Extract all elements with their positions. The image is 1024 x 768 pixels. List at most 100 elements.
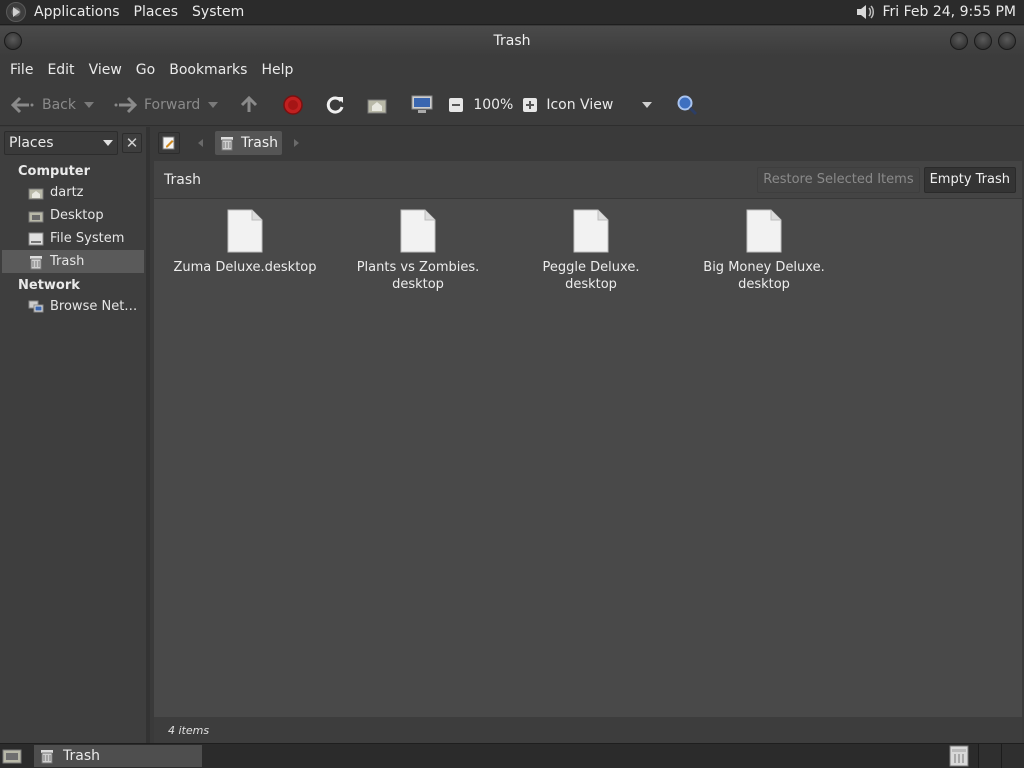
- file-icon-view[interactable]: Zuma Deluxe.desktop Plants vs Zombies. d…: [154, 199, 1022, 717]
- workspace-1[interactable]: [978, 743, 1001, 768]
- file-item[interactable]: Plants vs Zombies. desktop: [343, 209, 493, 293]
- file-name: Zuma Deluxe.desktop: [173, 260, 317, 275]
- sidebar-item-label: Trash: [50, 254, 85, 269]
- file-name: Peggle Deluxe. desktop: [542, 260, 640, 292]
- home-folder-icon: [28, 188, 44, 199]
- path-bar: Trash: [154, 127, 1024, 159]
- back-button[interactable]: Back: [6, 89, 98, 121]
- stop-icon: [283, 94, 304, 115]
- computer-icon: [411, 95, 433, 113]
- window-titlebar[interactable]: Trash: [0, 26, 1024, 56]
- document-file-icon: [400, 209, 436, 253]
- section-computer: Computer: [18, 164, 91, 179]
- top-panel: Applications Places System Fri Feb 24, 9…: [0, 0, 1024, 25]
- up-arrow-icon: [241, 95, 258, 112]
- document-file-icon: [227, 209, 263, 253]
- system-menu[interactable]: System: [185, 0, 251, 24]
- home-folder-icon: [367, 99, 387, 113]
- empty-trash-button[interactable]: Empty Trash: [923, 166, 1016, 193]
- sidebar-item-desktop[interactable]: Desktop: [0, 204, 146, 227]
- breadcrumb-label: Trash: [241, 135, 278, 151]
- edit-location-icon: [162, 136, 175, 150]
- zoom-in-icon: [523, 97, 538, 112]
- reload-icon: [327, 96, 344, 114]
- menu-bookmarks[interactable]: Bookmarks: [162, 62, 254, 78]
- back-arrow-icon: [10, 96, 34, 113]
- maximize-button[interactable]: [974, 32, 992, 50]
- forward-button[interactable]: Forward: [108, 89, 222, 121]
- menu-edit[interactable]: Edit: [40, 62, 81, 78]
- trash-applet-icon[interactable]: [948, 745, 970, 767]
- main-menu-logo-icon[interactable]: [6, 2, 26, 22]
- main-pane: Trash Trash Restore Selected Items Empty…: [154, 127, 1024, 743]
- menu-file[interactable]: File: [3, 62, 40, 78]
- desktop-folder-icon: [28, 211, 44, 222]
- places-menu[interactable]: Places: [127, 0, 186, 24]
- trash-info-bar: Trash Restore Selected Items Empty Trash: [154, 161, 1022, 199]
- back-history-dropdown-icon[interactable]: [84, 101, 94, 108]
- trash-icon: [221, 137, 233, 151]
- sidebar-type-select[interactable]: Places: [4, 131, 118, 155]
- show-desktop-button[interactable]: [0, 744, 24, 768]
- view-mode-label: Icon View: [546, 96, 614, 113]
- minimize-button[interactable]: [950, 32, 968, 50]
- clock[interactable]: Fri Feb 24, 9:55 PM: [883, 4, 1024, 20]
- file-item[interactable]: Big Money Deluxe. desktop: [689, 209, 839, 293]
- bottom-panel: Trash: [0, 743, 1024, 768]
- sidebar-item-dartz[interactable]: dartz: [0, 181, 146, 204]
- taskbar-window-label: Trash: [63, 748, 100, 764]
- restore-selected-button[interactable]: Restore Selected Items: [757, 166, 920, 193]
- applications-menu[interactable]: Applications: [27, 0, 127, 24]
- location-edit-button[interactable]: [158, 132, 180, 154]
- back-label: Back: [42, 96, 76, 113]
- forward-arrow-icon: [114, 96, 138, 113]
- network-icon: [28, 300, 44, 312]
- chevron-down-icon: [642, 101, 653, 108]
- forward-history-dropdown-icon[interactable]: [208, 101, 219, 108]
- section-network: Network: [18, 278, 80, 293]
- sidebar-item-trash[interactable]: Trash: [2, 250, 144, 273]
- up-button[interactable]: [234, 89, 264, 121]
- file-name: Big Money Deluxe. desktop: [703, 260, 825, 292]
- taskbar-window-trash[interactable]: Trash: [34, 745, 202, 767]
- sidebar-item-label: Browse Net…: [50, 299, 138, 314]
- reload-button[interactable]: [320, 89, 350, 121]
- file-name: Plants vs Zombies. desktop: [356, 260, 480, 292]
- zoom-level[interactable]: 100%: [473, 97, 513, 113]
- stop-button[interactable]: [278, 89, 308, 121]
- view-mode-select[interactable]: Icon View: [546, 97, 656, 113]
- close-window-button[interactable]: [998, 32, 1016, 50]
- sidebar-item-file-system[interactable]: File System: [0, 227, 146, 250]
- search-button[interactable]: [672, 89, 702, 121]
- trash-icon: [41, 750, 53, 764]
- computer-button[interactable]: [406, 89, 438, 121]
- file-item[interactable]: Zuma Deluxe.desktop: [170, 209, 320, 276]
- volume-icon[interactable]: [853, 2, 877, 22]
- show-desktop-icon: [2, 749, 22, 764]
- zoom-out-icon: [449, 97, 464, 112]
- menu-go[interactable]: Go: [129, 62, 162, 78]
- close-icon: ✕: [125, 134, 139, 152]
- menubar: File Edit View Go Bookmarks Help: [0, 56, 1024, 84]
- sidebar-item-browse-network[interactable]: Browse Net…: [0, 295, 146, 318]
- sidebar-type-label: Places: [9, 135, 54, 151]
- window-title: Trash: [493, 33, 531, 49]
- zoom-out-button[interactable]: [444, 89, 468, 121]
- path-scroll-left-icon[interactable]: [198, 139, 203, 147]
- menu-view[interactable]: View: [82, 62, 129, 78]
- breadcrumb-trash[interactable]: Trash: [215, 131, 282, 155]
- item-count: 4 items: [168, 723, 210, 737]
- forward-label: Forward: [144, 96, 201, 113]
- menu-help[interactable]: Help: [254, 62, 300, 78]
- file-item[interactable]: Peggle Deluxe. desktop: [516, 209, 666, 293]
- chevron-down-icon: [103, 140, 113, 146]
- close-sidebar-button[interactable]: ✕: [122, 133, 142, 153]
- window-menu-button[interactable]: [4, 32, 22, 50]
- zoom-in-button[interactable]: [518, 89, 542, 121]
- path-scroll-right-icon[interactable]: [294, 139, 299, 147]
- document-file-icon: [746, 209, 782, 253]
- workspace-2[interactable]: [1001, 743, 1024, 768]
- sidebar-item-label: File System: [50, 231, 125, 246]
- home-button[interactable]: [362, 89, 392, 121]
- sidebar-header: Places ✕: [0, 127, 146, 159]
